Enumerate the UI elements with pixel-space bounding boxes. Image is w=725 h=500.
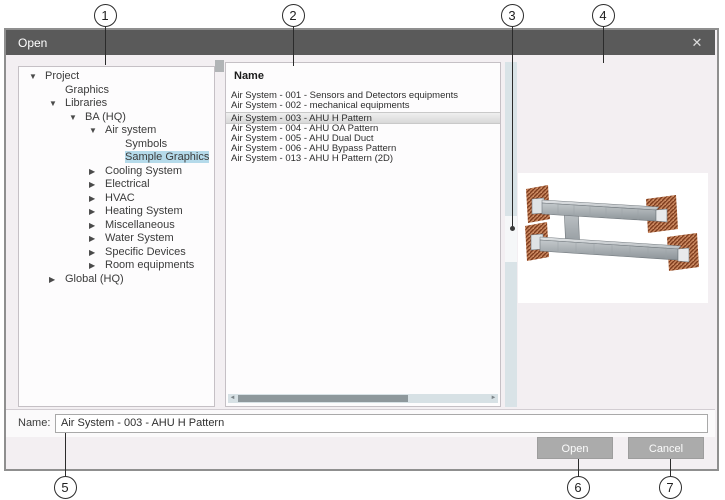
tree-item-label: BA (HQ) [85, 111, 126, 123]
expander-icon[interactable] [49, 273, 65, 287]
tree-item-label: Room equipments [105, 259, 194, 271]
list-item-label: Air System - 003 - AHU H Pattern [231, 113, 372, 124]
callout-2: 2 [282, 4, 305, 27]
tree-item[interactable]: Electrical [19, 178, 214, 192]
callout-7: 7 [659, 476, 682, 499]
tree-item-label: Graphics [65, 84, 109, 96]
cancel-button[interactable]: Cancel [628, 437, 704, 459]
tree-item-label: Libraries [65, 97, 107, 109]
list-item-label: Air System - 004 - AHU OA Pattern [231, 124, 378, 134]
tree-item-label: Global (HQ) [65, 273, 124, 285]
tree-item[interactable]: Libraries [19, 97, 214, 111]
expander-icon[interactable] [29, 70, 45, 84]
tree-item-label: Miscellaneous [105, 219, 175, 231]
tree-item-label: Cooling System [105, 165, 182, 177]
expander-icon[interactable] [49, 97, 65, 111]
list-item[interactable]: Air System - 003 - AHU H Pattern [226, 112, 500, 124]
name-input[interactable]: Air System - 003 - AHU H Pattern [55, 414, 708, 433]
tree-item-label: Electrical [105, 178, 150, 190]
tree-item[interactable]: Air system [19, 124, 214, 138]
panel-splitter[interactable] [505, 62, 517, 407]
list-item[interactable]: Air System - 005 - AHU Dual Duct [226, 134, 500, 144]
tree-item[interactable]: Water System [19, 232, 214, 246]
callout-3: 3 [501, 4, 524, 27]
tree-item-label: Specific Devices [105, 246, 186, 258]
tree-item-label: Sample Graphics [125, 151, 209, 163]
close-icon[interactable]: ✕ [687, 33, 707, 52]
scrollbar-thumb[interactable] [238, 395, 408, 402]
preview-pane [518, 173, 708, 303]
list-item-label: Air System - 002 - mechanical equipments [231, 101, 409, 111]
list-item[interactable]: Air System - 002 - mechanical equipments [226, 101, 500, 111]
tree-item[interactable]: Global (HQ) [19, 273, 214, 287]
dialog-title: Open [6, 36, 47, 50]
expander-icon[interactable] [89, 124, 105, 138]
list-item-label: Air System - 005 - AHU Dual Duct [231, 134, 374, 144]
callout-1: 1 [94, 4, 117, 27]
list-item-label: Air System - 001 - Sensors and Detectors… [231, 91, 458, 101]
expander-icon[interactable] [89, 219, 105, 233]
tree-item[interactable]: Project [19, 70, 214, 84]
list-rows: Air System - 001 - Sensors and Detectors… [226, 91, 500, 165]
expander-icon[interactable] [89, 192, 105, 206]
scroll-right-icon[interactable]: ► [489, 394, 498, 403]
screenshot-canvas: Open ✕ Project Graphics Libraries BA (HQ… [0, 0, 725, 500]
tree-item-label: Symbols [125, 138, 167, 150]
callout-5: 5 [54, 476, 77, 499]
callout-line-2 [293, 27, 294, 66]
callout-line-1 [105, 27, 106, 65]
tree-item-label: Air system [105, 124, 156, 136]
library-tree: Project Graphics Libraries BA (HQ) Air s… [18, 66, 215, 407]
expander-icon[interactable] [89, 259, 105, 273]
callout-line-3-dot [510, 226, 515, 231]
callout-line-7 [670, 459, 671, 476]
tree-item-label: Heating System [105, 205, 183, 217]
name-row: Name: Air System - 003 - AHU H Pattern [6, 409, 715, 437]
splitter-grip[interactable] [505, 216, 517, 262]
callout-6: 6 [567, 476, 590, 499]
callout-line-3 [512, 27, 513, 227]
graphics-list: Name Air System - 001 - Sensors and Dete… [225, 62, 501, 407]
tree-item-label: Project [45, 70, 79, 82]
tree-item[interactable]: HVAC [19, 192, 214, 206]
panel-corner-grip [215, 60, 224, 72]
list-column-header: Name [234, 70, 264, 82]
tree-item[interactable]: Specific Devices [19, 246, 214, 260]
expander-icon[interactable] [89, 246, 105, 260]
list-item[interactable]: Air System - 006 - AHU Bypass Pattern [226, 144, 500, 154]
expander-icon[interactable] [89, 165, 105, 179]
tree-item[interactable]: Cooling System [19, 165, 214, 179]
list-item-label: Air System - 013 - AHU H Pattern (2D) [231, 154, 393, 164]
tree-item[interactable]: Room equipments [19, 259, 214, 273]
tree-item-label: HVAC [105, 192, 135, 204]
tree-item[interactable]: Sample Graphics [19, 151, 214, 165]
list-item[interactable]: Air System - 001 - Sensors and Detectors… [226, 91, 500, 101]
dialog-titlebar[interactable]: Open ✕ [6, 30, 715, 55]
callout-line-4 [603, 27, 604, 63]
list-item-label: Air System - 006 - AHU Bypass Pattern [231, 144, 396, 154]
open-button[interactable]: Open [537, 437, 613, 459]
expander-icon[interactable] [89, 232, 105, 246]
ahu-h-pattern-preview-image [518, 173, 708, 303]
open-dialog: Open ✕ Project Graphics Libraries BA (HQ… [4, 28, 719, 471]
tree-item[interactable]: Graphics [19, 84, 214, 98]
tree-item-label: Water System [105, 232, 174, 244]
tree-item[interactable]: BA (HQ) [19, 111, 214, 125]
expander-icon[interactable] [89, 178, 105, 192]
expander-icon[interactable] [69, 111, 85, 125]
list-item[interactable]: Air System - 004 - AHU OA Pattern [226, 124, 500, 134]
tree-item[interactable]: Symbols [19, 138, 214, 152]
callout-line-6 [578, 459, 579, 476]
name-field-label: Name: [18, 417, 50, 429]
tree-item[interactable]: Heating System [19, 205, 214, 219]
list-item[interactable]: Air System - 013 - AHU H Pattern (2D) [226, 154, 500, 164]
horizontal-scrollbar[interactable]: ◄ ► [228, 394, 498, 403]
scroll-left-icon[interactable]: ◄ [228, 394, 237, 403]
callout-4: 4 [592, 4, 615, 27]
callout-line-5 [65, 433, 66, 476]
expander-icon[interactable] [89, 205, 105, 219]
tree-item[interactable]: Miscellaneous [19, 219, 214, 233]
